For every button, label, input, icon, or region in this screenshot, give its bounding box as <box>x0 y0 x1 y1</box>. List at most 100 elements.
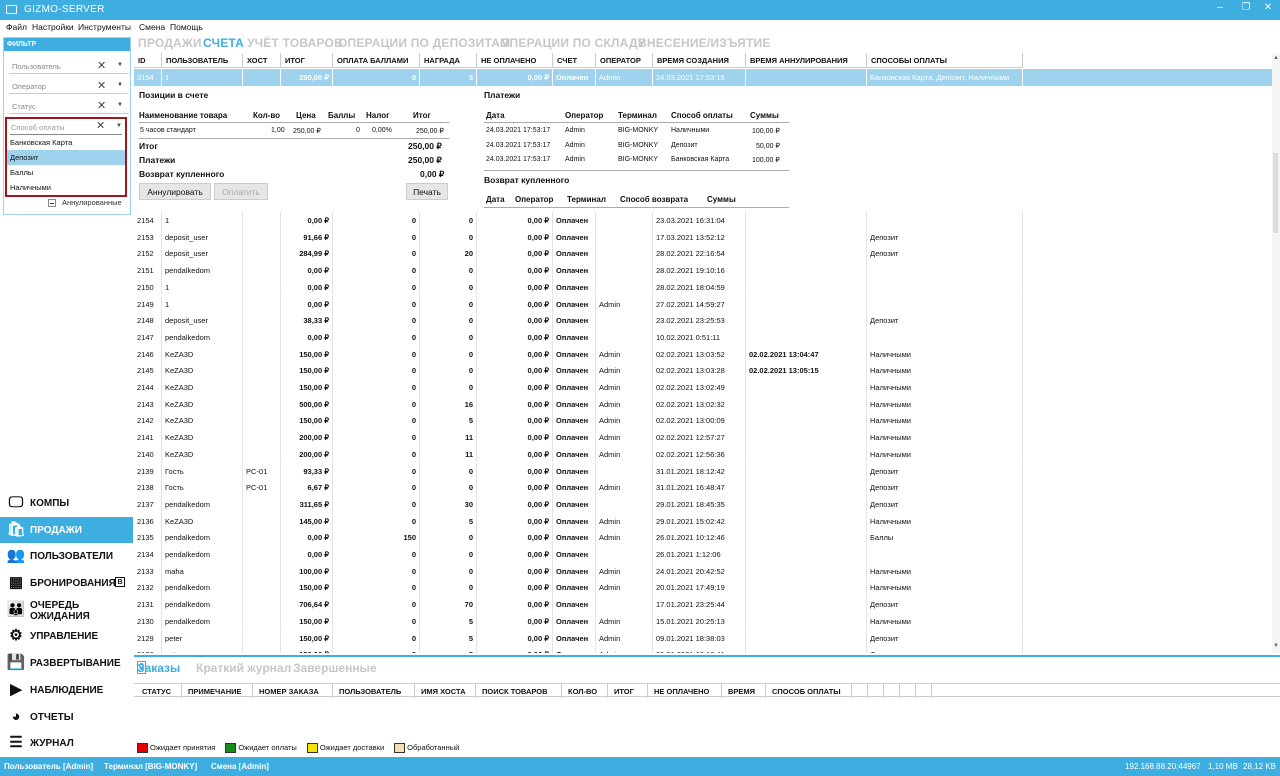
nav-item-5[interactable]: ⚙ УПРАВЛЕНИЕ <box>0 623 133 650</box>
tab-completed[interactable]: Завершенные <box>293 661 377 675</box>
orders-column-header[interactable]: ВРЕМЯ <box>722 684 766 698</box>
option-cash[interactable]: Наличными <box>7 180 125 195</box>
chevron-down-icon[interactable]: ▼ <box>116 123 122 129</box>
close-icon[interactable]: ✕ <box>1260 2 1276 13</box>
table-row[interactable]: 2146 KeZA3D 150,00 ₽0 0 0,00 ₽ Оплачен Admin 02… <box>134 345 1272 363</box>
grid-scrollbar[interactable]: ▲ ▼ <box>1272 53 1280 653</box>
orders-column-header[interactable] <box>884 684 900 698</box>
table-row[interactable]: 2135 pendalkedom 0,00 ₽150 0 0,00 ₽ Оплачен Ad… <box>134 529 1272 546</box>
menu-shift[interactable]: Смена <box>139 22 165 32</box>
scroll-thumb[interactable] <box>1273 153 1278 233</box>
nav-item-8[interactable]: ◕ ОТЧЕТЫ <box>0 704 133 731</box>
nav-item-1[interactable]: 🛍 ПРОДАЖИ <box>0 516 133 544</box>
table-row[interactable]: 2130 pendalkedom 150,00 ₽0 5 0,00 ₽ Оплачен Ad… <box>134 612 1272 630</box>
table-row[interactable]: 2145 KeZA3D 150,00 ₽0 0 0,00 ₽ Оплачен Admin 02… <box>134 362 1272 379</box>
table-row[interactable]: 2149 1 0,00 ₽0 0 0,00 ₽ Оплачен Admin 27.02.202… <box>134 295 1272 313</box>
orders-column-header[interactable]: ПОИСК ТОВАРОВ <box>476 684 562 698</box>
nav-item-6[interactable]: 💾 РАЗВЕРТЫВАНИЕ <box>0 650 133 677</box>
table-row[interactable]: 2139 Гость PC-01 93,33 ₽0 0 0,00 ₽ Оплачен 31.0… <box>134 462 1272 480</box>
operator-filter[interactable]: Оператор ✕ ▼ <box>9 79 129 94</box>
tab-stock-operations[interactable]: ОПЕРАЦИИ ПО СКЛАДУ <box>500 36 646 50</box>
nav-item-7[interactable]: ▶ НАБЛЮДЕНИЕ <box>0 677 133 704</box>
orders-column-header[interactable]: КОЛ-ВО <box>562 684 608 698</box>
menu-settings[interactable]: Настройки <box>32 22 74 32</box>
minimize-icon[interactable]: – <box>1212 2 1228 13</box>
column-header[interactable]: ОПЛАТА БАЛЛАМИ <box>333 53 420 68</box>
orders-column-header[interactable]: ИТОГ <box>608 684 648 698</box>
table-row[interactable]: 2147 pendalkedom 0,00 ₽0 0 0,00 ₽ Оплачен 10.0… <box>134 328 1272 346</box>
table-row[interactable]: 2141 KeZA3D 200,00 ₽0 11 0,00 ₽ Оплачен Admin 0… <box>134 429 1272 446</box>
pay-button[interactable]: Оплатить <box>214 183 268 200</box>
annulled-filter[interactable]: Аннулированные <box>48 198 122 208</box>
nav-item-9[interactable]: ☰ ЖУРНАЛ <box>0 730 133 757</box>
table-row[interactable]: 2154 1 0,00 ₽0 0 0,00 ₽ Оплачен 23.03.2021 16:… <box>134 212 1272 229</box>
tab-invoices[interactable]: СЧЕТА <box>203 36 244 50</box>
orders-column-header[interactable] <box>900 684 916 698</box>
orders-column-header[interactable]: ПРИМЕЧАНИЕ <box>182 684 253 698</box>
annulled-checkbox[interactable] <box>48 199 56 208</box>
orders-column-header[interactable] <box>852 684 868 698</box>
orders-column-header[interactable]: НЕ ОПЛАЧЕНО <box>648 684 722 698</box>
clear-icon[interactable]: ✕ <box>97 79 106 92</box>
column-header[interactable]: НАГРАДА <box>420 53 477 68</box>
clear-icon[interactable]: ✕ <box>97 59 106 72</box>
restore-icon[interactable]: ❐ <box>1238 2 1254 13</box>
column-header[interactable]: СПОСОБЫ ОПЛАТЫ <box>867 53 1023 68</box>
nav-item-3[interactable]: ▦ БРОНИРОВАНИЯ B <box>0 570 133 597</box>
orders-column-header[interactable] <box>916 684 932 698</box>
table-row[interactable]: 2142 KeZA3D 150,00 ₽0 5 0,00 ₽ Оплачен Admin 02… <box>134 412 1272 430</box>
scroll-down-icon[interactable]: ▼ <box>1272 643 1280 649</box>
chevron-down-icon[interactable]: ▼ <box>117 62 123 68</box>
clear-icon[interactable]: ✕ <box>96 119 105 132</box>
clear-icon[interactable]: ✕ <box>97 99 106 112</box>
column-header[interactable]: ХОСТ <box>243 53 281 68</box>
table-row[interactable]: 2132 pendalkedom 150,00 ₽0 0 0,00 ₽ Оплачен Ad… <box>134 579 1272 597</box>
print-button[interactable]: Печать <box>406 183 448 200</box>
annul-button[interactable]: Аннулировать <box>139 183 211 200</box>
column-header[interactable]: ИТОГ <box>281 53 333 68</box>
table-row[interactable]: 2137 pendalkedom 311,65 ₽0 30 0,00 ₽ Оплачен 2… <box>134 495 1272 513</box>
status-filter[interactable]: Статус ✕ ▼ <box>9 99 129 114</box>
table-row[interactable]: 2148 deposit_user 38,33 ₽0 0 0,00 ₽ Оплачен 23… <box>134 312 1272 329</box>
table-row[interactable]: 2133 maha 100,00 ₽0 0 0,00 ₽ Оплачен Admin 24.0… <box>134 562 1272 580</box>
orders-column-header[interactable]: НОМЕР ЗАКАЗА <box>253 684 333 698</box>
table-row[interactable]: 2140 KeZA3D 200,00 ₽0 11 0,00 ₽ Оплачен Admin 0… <box>134 445 1272 463</box>
tab-deposit-operations[interactable]: ОПЕРАЦИИ ПО ДЕПОЗИТАМ <box>338 36 510 50</box>
column-header[interactable]: НЕ ОПЛАЧЕНО <box>477 53 553 68</box>
nav-item-4[interactable]: 👪 ОЧЕРЕДЬ ОЖИДАНИЯ <box>0 597 133 624</box>
orders-column-header[interactable]: ИМЯ ХОСТА <box>415 684 476 698</box>
table-row[interactable]: 2150 1 0,00 ₽0 0 0,00 ₽ Оплачен 28.02.2021 18:… <box>134 278 1272 296</box>
column-header[interactable]: ID <box>134 53 162 68</box>
nav-item-0[interactable]: 🖵 КОМПЫ <box>0 490 133 517</box>
table-row[interactable]: 3154 1 250,00 ₽0 3 0,00 ₽ Оплачен Admin 24.03.2… <box>134 69 1272 86</box>
chevron-down-icon[interactable]: ▼ <box>117 102 123 108</box>
chevron-down-icon[interactable]: ▼ <box>117 82 123 88</box>
payment-method-dropdown[interactable]: Способ оплаты ✕ ▼ Банковская Карта Депоз… <box>5 117 127 197</box>
option-deposit[interactable]: Депозит <box>7 150 125 165</box>
orders-column-header[interactable] <box>868 684 884 698</box>
tab-product-accounting[interactable]: УЧЁТ ТОВАРОВ <box>247 36 343 50</box>
column-header[interactable]: СЧЕТ <box>553 53 596 68</box>
nav-item-2[interactable]: 👥 ПОЛЬЗОВАТЕЛИ <box>0 543 133 570</box>
payment-method-select[interactable]: Способ оплаты ✕ ▼ <box>10 119 122 135</box>
table-row[interactable]: 2144 KeZA3D 150,00 ₽0 0 0,00 ₽ Оплачен Admin 02… <box>134 379 1272 396</box>
tab-cash-in-out[interactable]: ВНЕСЕНИЕ/ИЗЪЯТИЕ <box>638 36 771 50</box>
table-row[interactable]: 2134 pendalkedom 0,00 ₽0 0 0,00 ₽ Оплачен 26.0… <box>134 546 1272 563</box>
table-row[interactable]: 2153 deposit_user 91,66 ₽0 0 0,00 ₽ Оплачен 17… <box>134 228 1272 246</box>
table-row[interactable]: 2151 pendalkedom 0,00 ₽0 0 0,00 ₽ Оплачен 28.0… <box>134 262 1272 279</box>
tab-short-log[interactable]: Краткий журнал <box>196 661 291 675</box>
column-header[interactable]: ВРЕМЯ АННУЛИРОВАНИЯ <box>746 53 867 68</box>
orders-column-header[interactable]: ПОЛЬЗОВАТЕЛЬ <box>333 684 415 698</box>
option-bank-card[interactable]: Банковская Карта <box>7 135 125 150</box>
column-header[interactable]: ОПЕРАТОР <box>596 53 653 68</box>
orders-column-header[interactable]: СТАТУС <box>136 684 182 698</box>
tab-sales[interactable]: ПРОДАЖИ <box>138 36 202 50</box>
table-row[interactable]: 2136 KeZA3D 145,00 ₽0 5 0,00 ₽ Оплачен Admin 29… <box>134 512 1272 530</box>
column-header[interactable]: ПОЛЬЗОВАТЕЛЬ <box>162 53 243 68</box>
menu-file[interactable]: Файл <box>6 22 27 32</box>
table-row[interactable]: 2143 KeZA3D 500,00 ₽0 16 0,00 ₽ Оплачен Admin 0… <box>134 395 1272 413</box>
orders-column-header[interactable]: СПОСОБ ОПЛАТЫ <box>766 684 852 698</box>
table-row[interactable]: 2128peter 150,00 ₽050,00 ₽ОплаченAdmin09.… <box>134 646 1272 653</box>
table-row[interactable]: 2131 pendalkedom 706,64 ₽0 70 0,00 ₽ Оплачен 1… <box>134 596 1272 613</box>
table-row[interactable]: 2138 Гость PC-01 6,67 ₽0 0 0,00 ₽ Оплачен Admin… <box>134 479 1272 496</box>
